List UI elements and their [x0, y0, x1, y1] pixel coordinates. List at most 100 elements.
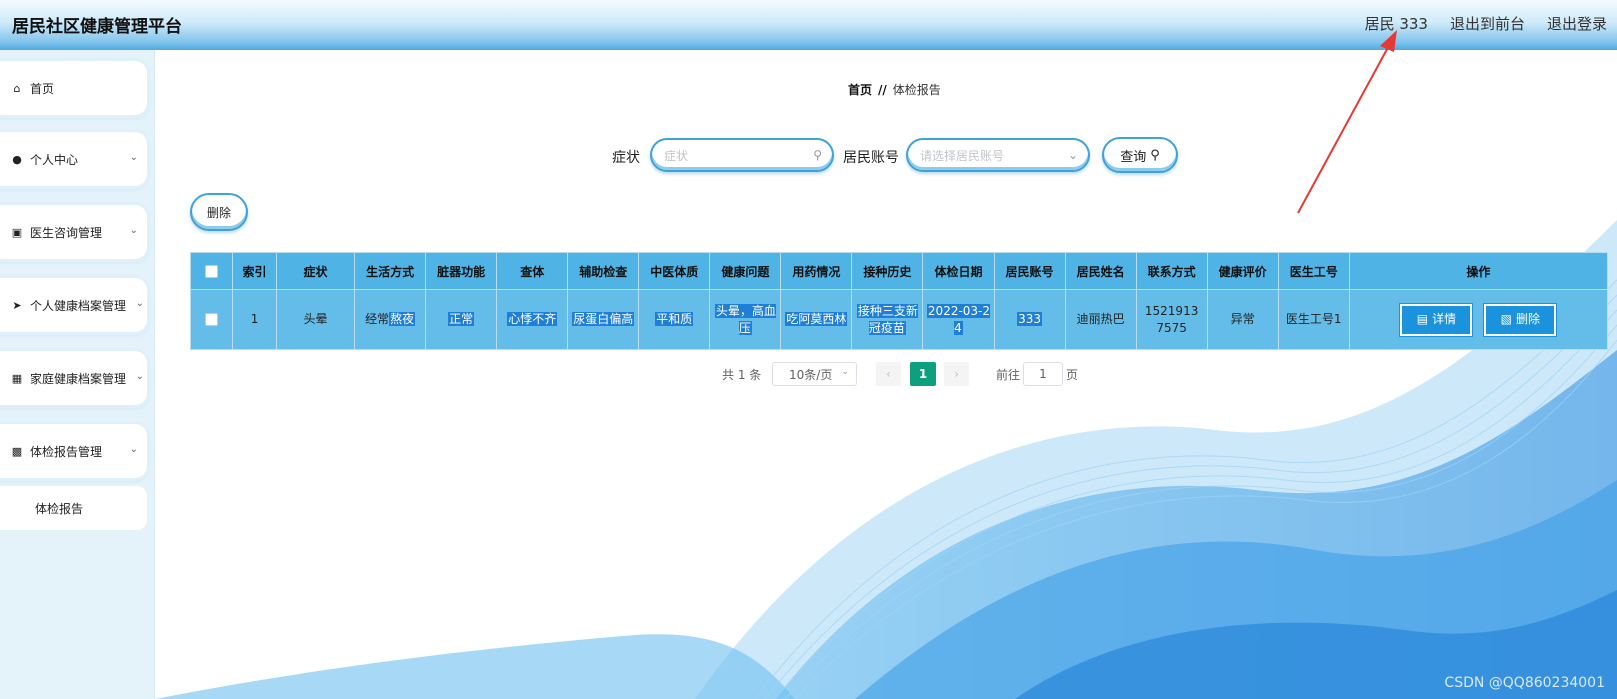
chevron-down-icon: ⌄	[1067, 148, 1078, 162]
batch-delete-button[interactable]: 删除	[190, 193, 248, 231]
grid-icon: ▩	[11, 444, 23, 458]
user-name-link[interactable]: 居民 333	[1365, 13, 1428, 34]
column-header: 脏器功能	[425, 252, 498, 290]
search-icon: ⚲	[1150, 147, 1160, 163]
column-header: 联系方式	[1135, 252, 1208, 290]
sidebar-item-label: 首页	[30, 81, 55, 96]
chevron-down-icon: ⌄	[841, 367, 849, 377]
cell-lifestyle-a: 经常	[365, 312, 390, 326]
column-header: 索引	[232, 252, 278, 290]
cell-lifestyle: 经常熬夜	[354, 289, 427, 350]
column-header: 健康评价	[1206, 252, 1279, 290]
sidebar-item-family-health-record[interactable]: ▦ 家庭健康档案管理 ⌄	[0, 351, 147, 405]
chevron-down-icon: ⌄	[129, 444, 138, 455]
top-bar: 居民社区健康管理平台 居民 333 退出到前台 退出登录	[0, 0, 1617, 50]
top-links: 居民 333 退出到前台 退出登录	[1365, 13, 1607, 34]
goto-page-input[interactable]: 1	[1023, 362, 1063, 386]
symptom-label: 症状	[612, 150, 640, 166]
column-header: 辅助检查	[567, 252, 640, 290]
cell-health-issue: 头晕，高血压	[709, 289, 782, 350]
sidebar-subitem-report[interactable]: 体检报告	[0, 486, 147, 530]
row-delete-button-label: 删除	[1515, 312, 1540, 326]
table-row: 1 头晕 经常熬夜 正常 心悸不齐 尿蛋白偏高 平和质 头晕，高血压 吃阿莫西林…	[189, 289, 1609, 350]
chevron-down-icon: ⌄	[135, 371, 144, 382]
home-icon: ⌂	[13, 81, 21, 95]
search-icon: ⚲	[813, 148, 822, 162]
account-select[interactable]: 请选择居民账号 ⌄	[906, 138, 1090, 172]
monitor-icon: ▣	[11, 225, 23, 239]
report-table: 索引 症状 生活方式 脏器功能 查体 辅助检查 中医体质 健康问题 用药情况 接…	[189, 252, 1609, 350]
sidebar-item-report-management[interactable]: ▩ 体检报告管理 ⌄	[0, 424, 147, 478]
column-header: 健康问题	[709, 252, 782, 290]
breadcrumb: 首页 // 体检报告	[848, 81, 941, 98]
watermark: CSDN @QQ860234001	[1444, 675, 1605, 691]
sidebar-item-label: 个人中心	[30, 152, 79, 167]
page-suffix: 页	[1066, 368, 1079, 382]
account-placeholder: 请选择居民账号	[920, 148, 1005, 163]
column-header: 症状	[276, 252, 356, 290]
column-header: 居民姓名	[1064, 252, 1137, 290]
row-checkbox[interactable]	[205, 313, 218, 326]
sidebar-item-doctor-consult[interactable]: ▣ 医生咨询管理 ⌄	[0, 205, 147, 259]
chevron-down-icon: ⌄	[129, 152, 138, 163]
trash-icon: ▧	[1500, 312, 1512, 326]
column-header: 居民账号	[993, 252, 1066, 290]
cell-aux-exam: 尿蛋白偏高	[567, 289, 640, 350]
page-size-select[interactable]: 10条/页 ⌄	[772, 362, 857, 386]
query-button[interactable]: 查询 ⚲	[1102, 137, 1178, 173]
exit-to-front-link[interactable]: 退出到前台	[1450, 13, 1525, 34]
sidebar-item-home[interactable]: ⌂ 首页	[0, 61, 147, 115]
cell-name: 迪丽热巴	[1064, 289, 1137, 350]
column-header: 接种历史	[851, 252, 924, 290]
row-select-cell	[189, 289, 234, 350]
account-label: 居民账号	[843, 150, 899, 166]
cell-account-text: 333	[1017, 312, 1042, 326]
detail-button-label: 详情	[1432, 312, 1457, 326]
chevron-left-icon: ‹	[886, 367, 891, 381]
sidebar-item-personal-health-record[interactable]: ➤ 个人健康档案管理 ⌄	[0, 278, 147, 332]
next-page-button[interactable]: ›	[944, 362, 969, 386]
cell-health-issue-text: 头晕，高血压	[714, 303, 776, 335]
breadcrumb-separator: //	[878, 83, 887, 97]
breadcrumb-home[interactable]: 首页	[848, 83, 872, 97]
chevron-down-icon: ⌄	[135, 298, 144, 309]
row-delete-button[interactable]: ▧ 删除	[1484, 303, 1557, 336]
query-button-label: 查询	[1120, 149, 1147, 165]
chevron-right-icon: ›	[954, 367, 959, 381]
cell-actions: ▤ 详情 ▧ 删除	[1348, 289, 1609, 350]
goto-label: 前往	[996, 368, 1021, 382]
cell-date-text: 2022-03-24	[926, 303, 991, 335]
table-header-row: 索引 症状 生活方式 脏器功能 查体 辅助检查 中医体质 健康问题 用药情况 接…	[189, 252, 1609, 290]
cell-exam-text: 心悸不齐	[507, 312, 558, 326]
cell-medication: 吃阿莫西林	[780, 289, 853, 350]
cell-tcm-text: 平和质	[655, 312, 694, 326]
column-header: 用药情况	[780, 252, 853, 290]
column-header: 体检日期	[922, 252, 995, 290]
document-icon: ▤	[1416, 312, 1429, 326]
cell-date: 2022-03-24	[922, 289, 995, 350]
prev-page-button[interactable]: ‹	[876, 362, 901, 386]
cell-aux-exam-text: 尿蛋白偏高	[572, 312, 635, 326]
cell-vaccination-text: 接种三支新冠疫苗	[856, 303, 918, 335]
breadcrumb-current: 体检报告	[892, 83, 941, 97]
logout-link[interactable]: 退出登录	[1547, 13, 1607, 34]
sidebar-item-personal-center[interactable]: ● 个人中心 ⌄	[0, 132, 147, 186]
cell-account: 333	[993, 289, 1066, 350]
sidebar-item-label: 体检报告管理	[30, 444, 103, 459]
page-number-active[interactable]: 1	[910, 362, 936, 386]
sidebar: ⌂ 首页 ● 个人中心 ⌄ ▣ 医生咨询管理 ⌄ ➤ 个人健康档案管理 ⌄ ▦ …	[0, 50, 155, 699]
cell-vaccination: 接种三支新冠疫苗	[851, 289, 924, 350]
column-header: 查体	[496, 252, 569, 290]
cell-tcm: 平和质	[638, 289, 711, 350]
column-header: 生活方式	[354, 252, 427, 290]
cell-lifestyle-b: 熬夜	[389, 312, 416, 326]
select-all-checkbox[interactable]	[205, 265, 218, 278]
cell-doctor-id: 医生工号1	[1277, 289, 1350, 350]
select-all-cell	[189, 252, 234, 290]
pagination-total: 共 1 条	[722, 368, 762, 382]
cell-symptom: 头晕	[276, 289, 356, 350]
cell-exam: 心悸不齐	[496, 289, 569, 350]
detail-button[interactable]: ▤ 详情	[1400, 303, 1473, 336]
sidebar-item-label: 医生咨询管理	[30, 225, 103, 240]
symptom-input[interactable]: 症状 ⚲	[650, 138, 834, 172]
